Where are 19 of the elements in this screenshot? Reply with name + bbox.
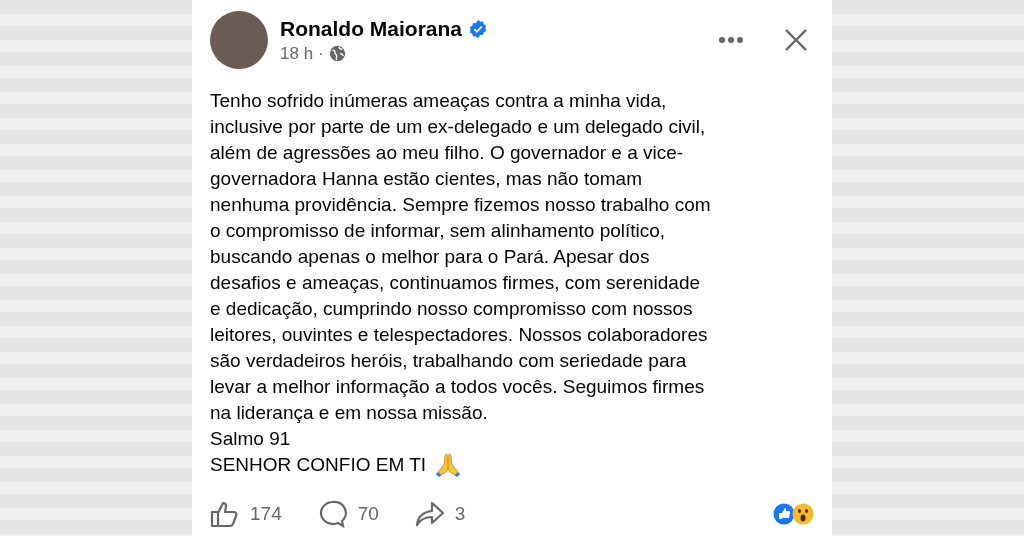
wow-reaction-icon	[792, 503, 814, 525]
separator-dot: ·	[318, 43, 324, 64]
comment-count: 70	[357, 503, 379, 525]
comment-icon[interactable]	[317, 499, 348, 529]
post-text: Tenho sofrido inúmeras ameaças contra a minha vida, inclusive por parte de um ex-delegado e um delegado civil, além de agressões ao meu filho. O governador e a vice- governadora Hanna estão cientes, mas não tomam nenhuma providência. Sempre fizemos nosso trabalho com o compromisso de informar, sem alinhamento político, buscando apenas o melhor para o Pará. Apesar dos desafios e ameaças, continuamos firmes, com serenidade e dedicação, cumprindo nosso compromisso com nossos leitores, ouvintes e telespectadores. Nossos colaboradores são verdadeiros heróis, trabalhando com seriedade para levar a melhor informação a todos vocês. Seguimos firmes na liderança e em nossa missão.	[210, 89, 712, 425]
psalm-text: Salmo 91	[210, 427, 292, 451]
avatar-photo-placeholder	[210, 11, 268, 69]
like-icon[interactable]	[210, 500, 240, 528]
post-time[interactable]: 18 h	[280, 43, 314, 64]
like-count: 174	[250, 503, 282, 525]
like-reaction-icon	[773, 503, 795, 525]
share-icon[interactable]	[414, 500, 445, 528]
globe-icon	[328, 45, 346, 62]
author-name[interactable]: Ronaldo Maiorana	[280, 16, 463, 41]
praying-hands-icon	[434, 452, 463, 478]
close-icon[interactable]	[784, 28, 808, 52]
share-count: 3	[454, 503, 466, 525]
more-options-icon[interactable]	[718, 36, 744, 44]
closing-text: SENHOR CONFIO EM TI	[210, 453, 427, 477]
